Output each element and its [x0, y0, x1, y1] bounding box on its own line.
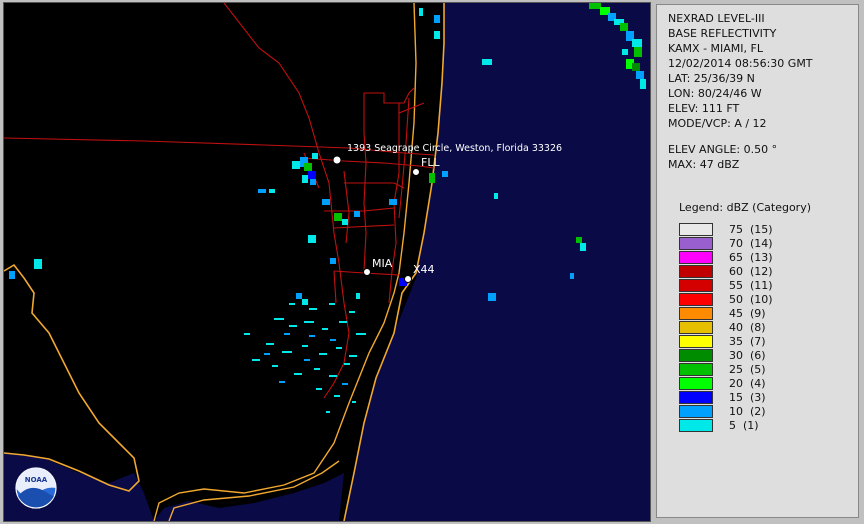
echo-cluster-weston	[292, 153, 318, 185]
mia-label: MIA	[372, 257, 393, 270]
map-canvas[interactable]: 1393 Seagrape Circle, Weston, Florida 33…	[4, 3, 650, 521]
scan-datetime: 12/02/2014 08:56:30 GMT	[668, 57, 813, 70]
legend-label: 70 (14)	[729, 237, 773, 250]
x44-label: X44	[413, 263, 435, 276]
legend-label: 5 (1)	[729, 419, 759, 432]
station-lat: LAT: 25/36/39 N	[668, 72, 755, 85]
legend-swatch	[679, 335, 713, 348]
legend-swatch	[679, 377, 713, 390]
legend-label: 30 (6)	[729, 349, 766, 362]
legend-label: 55 (11)	[729, 279, 773, 292]
mia-marker[interactable]	[363, 268, 371, 276]
legend-swatch	[679, 265, 713, 278]
elev-angle: ELEV ANGLE: 0.50 °	[668, 143, 778, 156]
station-info: NEXRAD LEVEL-III BASE REFLECTIVITY KAMX …	[668, 11, 813, 131]
max-dbz: MAX: 47 dBZ	[668, 158, 740, 171]
legend-title: Legend: dBZ (Category)	[679, 201, 811, 214]
legend-label: 15 (3)	[729, 391, 766, 404]
legend-label: 35 (7)	[729, 335, 766, 348]
legend-swatch	[679, 349, 713, 362]
station-lon: LON: 80/24/46 W	[668, 87, 762, 100]
address-marker[interactable]	[332, 155, 342, 165]
legend-swatch	[679, 293, 713, 306]
legend-swatch	[679, 307, 713, 320]
noaa-logo: NOAA	[15, 467, 57, 509]
legend-label: 60 (12)	[729, 265, 773, 278]
legend-swatch	[679, 321, 713, 334]
legend-label: 20 (4)	[729, 377, 766, 390]
info-panel: NEXRAD LEVEL-III BASE REFLECTIVITY KAMX …	[656, 4, 859, 518]
legend-swatch	[679, 419, 713, 432]
noaa-logo-text: NOAA	[25, 476, 48, 484]
address-label: 1393 Seagrape Circle, Weston, Florida 33…	[347, 143, 562, 154]
road-network	[4, 3, 435, 399]
legend-swatch	[679, 223, 713, 236]
legend-label: 10 (2)	[729, 405, 766, 418]
legend-swatch	[679, 251, 713, 264]
mode-vcp: MODE/VCP: A / 12	[668, 117, 767, 130]
legend-swatch	[679, 405, 713, 418]
legend-swatch	[679, 391, 713, 404]
legend-swatch	[679, 363, 713, 376]
legend-label: 50 (10)	[729, 293, 773, 306]
product-name: NEXRAD LEVEL-III	[668, 12, 765, 25]
scan-info: ELEV ANGLE: 0.50 ° MAX: 47 dBZ	[668, 142, 777, 172]
bay-area	[154, 473, 344, 521]
legend-swatch	[679, 279, 713, 292]
legend-swatch	[679, 237, 713, 250]
radar-map[interactable]: 1393 Seagrape Circle, Weston, Florida 33…	[3, 2, 651, 522]
x44-marker[interactable]	[404, 275, 412, 283]
legend-label: 45 (9)	[729, 307, 766, 320]
legend-label: 75 (15)	[729, 223, 773, 236]
station-name: KAMX - MIAMI, FL	[668, 42, 763, 55]
legend-label: 65 (13)	[729, 251, 773, 264]
station-elev: ELEV: 111 FT	[668, 102, 740, 115]
fll-marker[interactable]	[412, 168, 420, 176]
product-type: BASE REFLECTIVITY	[668, 27, 777, 40]
legend-label: 40 (8)	[729, 321, 766, 334]
fll-label: FLL	[421, 156, 440, 169]
legend-label: 25 (5)	[729, 363, 766, 376]
